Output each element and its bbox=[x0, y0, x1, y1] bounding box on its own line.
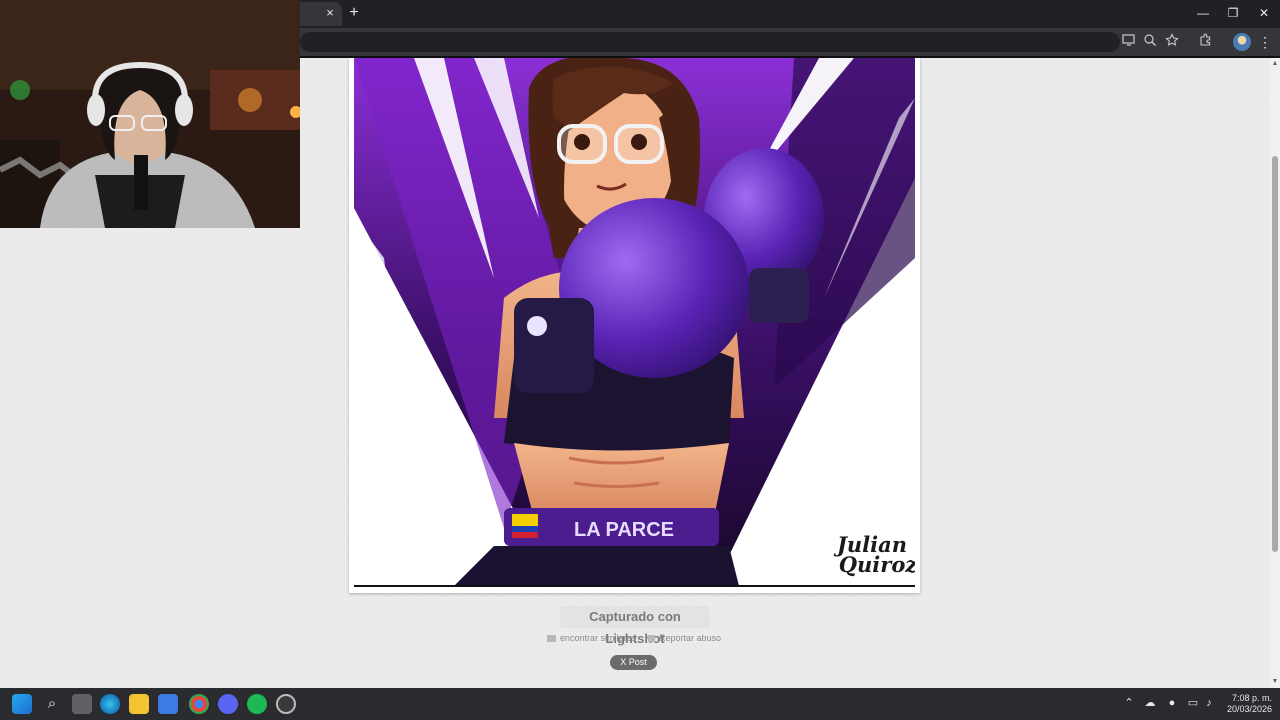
image-bottom-edge bbox=[354, 585, 915, 587]
new-tab-icon[interactable]: + bbox=[345, 4, 363, 22]
windows-start-icon[interactable] bbox=[12, 694, 32, 714]
restore-icon[interactable]: ❐ bbox=[1222, 4, 1244, 22]
scroll-up-arrow-icon[interactable]: ▲ bbox=[1271, 60, 1279, 68]
network-icon[interactable]: ▭ bbox=[1185, 695, 1201, 711]
tab-close-icon[interactable]: × bbox=[322, 5, 338, 21]
boxer-artwork-image[interactable]: LA PARCE Julian Quiroz bbox=[354, 58, 915, 586]
taskbar-date[interactable]: 20/03/2026 bbox=[1216, 704, 1272, 715]
spotify-icon[interactable] bbox=[247, 694, 267, 714]
lightshot-caption[interactable]: Capturado con Lightshot bbox=[560, 606, 710, 646]
tray-expand-icon[interactable]: ⌃ bbox=[1121, 695, 1137, 711]
discord-icon[interactable] bbox=[218, 694, 238, 714]
store-icon[interactable] bbox=[158, 694, 178, 714]
volume-icon[interactable]: ♪ bbox=[1201, 695, 1217, 711]
microphone-icon[interactable]: ● bbox=[1164, 695, 1180, 711]
bookmark-star-icon[interactable] bbox=[1163, 33, 1181, 51]
search-icon[interactable]: ⌕ bbox=[42, 694, 62, 714]
belt-text: LA PARCE bbox=[574, 519, 674, 541]
report-abuse-link[interactable]: Reportar abuso bbox=[648, 631, 721, 645]
browser-menu-icon[interactable]: ⋮ bbox=[1258, 33, 1272, 51]
image-icon bbox=[547, 635, 556, 642]
artist-signature-line2: Quiroz bbox=[839, 552, 915, 577]
taskbar-time[interactable]: 7:08 p. m. bbox=[1216, 693, 1272, 704]
obs-icon[interactable] bbox=[276, 694, 296, 714]
zoom-icon[interactable] bbox=[1141, 33, 1159, 51]
install-app-icon[interactable] bbox=[1120, 33, 1138, 51]
onedrive-icon[interactable]: ☁ bbox=[1142, 695, 1158, 711]
address-bar[interactable] bbox=[300, 32, 1120, 52]
profile-avatar[interactable] bbox=[1233, 33, 1251, 51]
minimize-icon[interactable]: — bbox=[1192, 4, 1214, 22]
scrollbar-thumb[interactable] bbox=[1272, 156, 1278, 552]
close-window-icon[interactable]: ✕ bbox=[1253, 4, 1275, 22]
report-icon bbox=[648, 635, 655, 642]
report-abuse-label: Reportar abuso bbox=[659, 633, 722, 643]
chrome-icon[interactable] bbox=[189, 694, 209, 714]
file-explorer-icon[interactable] bbox=[129, 694, 149, 714]
find-similar-link[interactable]: encontrar similares bbox=[547, 631, 636, 645]
edge-icon[interactable] bbox=[100, 694, 120, 714]
x-post-button[interactable]: X Post bbox=[610, 655, 657, 670]
task-view-icon[interactable] bbox=[72, 694, 92, 714]
scroll-down-arrow-icon[interactable]: ▼ bbox=[1271, 678, 1279, 686]
find-similar-label: encontrar similares bbox=[560, 633, 637, 643]
extensions-icon[interactable] bbox=[1197, 33, 1215, 51]
webcam-overlay bbox=[0, 0, 300, 228]
